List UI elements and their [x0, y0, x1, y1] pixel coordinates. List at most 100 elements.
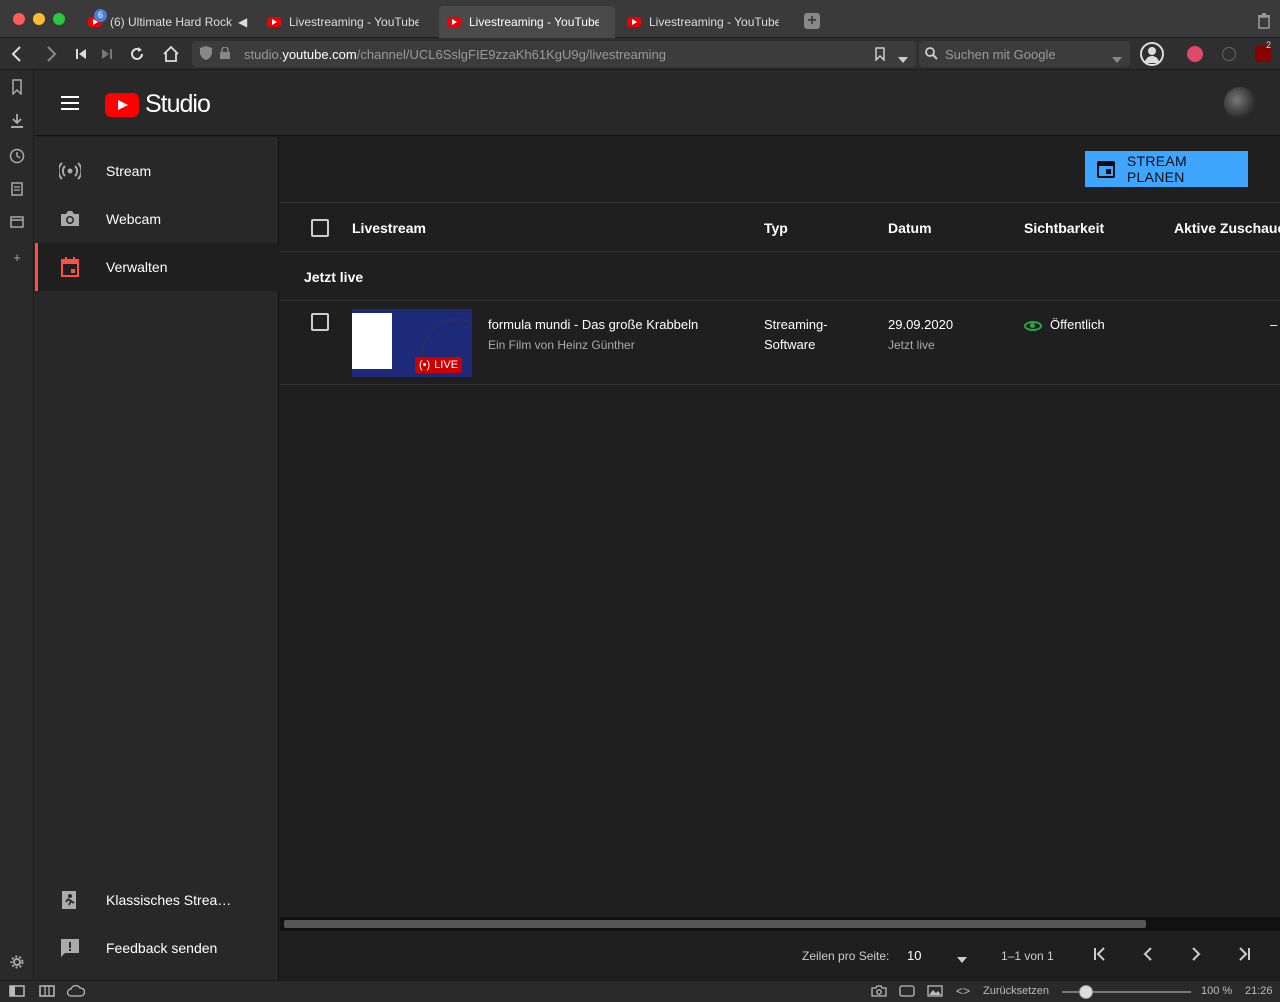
- tab-livestreaming-3[interactable]: Livestreaming - YouTube St: [619, 6, 795, 38]
- back-icon[interactable]: [7, 44, 27, 64]
- maximize-window-button[interactable]: [53, 13, 65, 25]
- plan-stream-button[interactable]: STREAM PLANEN: [1085, 151, 1248, 187]
- chevron-down-icon[interactable]: [1112, 51, 1122, 66]
- column-date[interactable]: Datum: [888, 220, 932, 236]
- previous-page-icon[interactable]: [1140, 946, 1156, 965]
- bookmarks-icon[interactable]: [9, 79, 25, 96]
- trash-icon[interactable]: [1257, 13, 1271, 29]
- tab-livestreaming-1[interactable]: Livestreaming - YouTube St: [259, 6, 435, 38]
- new-tab-button[interactable]: +: [804, 13, 820, 29]
- tab-ultimate-hard-rock[interactable]: 6 (6) Ultimate Hard Rock ◀: [80, 6, 256, 38]
- bookmark-icon[interactable]: [875, 47, 885, 64]
- camera-icon: [59, 208, 81, 230]
- rows-per-page-select[interactable]: 10: [907, 948, 921, 963]
- sidebar-item-feedback[interactable]: Feedback senden: [35, 924, 279, 972]
- pagination: Zeilen pro Seite: 10 1–1 von 1: [280, 932, 1280, 980]
- column-viewers[interactable]: Aktive Zuschaue: [1174, 220, 1280, 236]
- chevron-down-icon[interactable]: [957, 952, 967, 966]
- youtube-studio: Studio Stream Webcam Verwalten Klassisch…: [35, 70, 1280, 980]
- fast-forward-icon[interactable]: [97, 44, 117, 64]
- page-actions-icon[interactable]: <>: [956, 984, 970, 998]
- downloads-icon[interactable]: [9, 113, 25, 129]
- tab-livestreaming-active[interactable]: Livestreaming - YouTube St: [439, 6, 615, 38]
- stream-date: 29.09.2020 Jetzt live: [888, 315, 953, 355]
- first-page-icon[interactable]: [1092, 946, 1108, 965]
- search-field[interactable]: Suchen mit Google: [919, 41, 1130, 67]
- reset-zoom-button[interactable]: Zurücksetzen: [983, 985, 1049, 997]
- image-toggle-icon[interactable]: [927, 985, 943, 1000]
- extension-badge: 2: [1266, 40, 1272, 50]
- extension-icon[interactable]: [1187, 46, 1203, 62]
- sidebar-item-label: Webcam: [106, 211, 161, 227]
- close-window-button[interactable]: [13, 13, 25, 25]
- tile-tabs-icon[interactable]: [39, 985, 55, 1000]
- forward-icon[interactable]: [41, 44, 61, 64]
- last-page-icon[interactable]: [1236, 946, 1252, 965]
- stream-viewers: –: [1270, 317, 1278, 332]
- live-label: LIVE: [434, 359, 459, 371]
- menu-icon[interactable]: [61, 96, 79, 110]
- home-icon[interactable]: [161, 44, 181, 64]
- chevron-down-icon[interactable]: [898, 51, 908, 66]
- page-range: 1–1 von 1: [1001, 949, 1054, 963]
- tab-title: (6) Ultimate Hard Rock: [110, 15, 232, 29]
- manage-content: STREAM PLANEN Livestream Typ Datum Sicht…: [280, 137, 1280, 980]
- sidebar-item-stream[interactable]: Stream: [35, 147, 279, 195]
- column-livestream[interactable]: Livestream: [352, 220, 426, 236]
- table-row[interactable]: (•) LIVE formula mundi - Das große Krabb…: [280, 301, 1280, 385]
- studio-sidebar: Stream Webcam Verwalten Klassisches Stre…: [35, 137, 279, 980]
- url-text: studio.youtube.com/channel/UCL6SslgFIE9z…: [244, 46, 667, 62]
- zoom-slider-handle[interactable]: [1079, 985, 1093, 999]
- row-checkbox[interactable]: [311, 313, 329, 331]
- reload-icon[interactable]: [127, 44, 147, 64]
- youtube-favicon-icon: [267, 17, 281, 27]
- visibility-label: Öffentlich: [1050, 317, 1105, 332]
- minimize-window-button[interactable]: [33, 13, 45, 25]
- table-header: Livestream Typ Datum Sichtbarkeit Aktive…: [280, 204, 1280, 252]
- sidebar-item-label: Feedback senden: [106, 940, 218, 956]
- scrollbar-thumb[interactable]: [284, 920, 1146, 928]
- stream-title[interactable]: formula mundi - Das große Krabbeln: [488, 315, 698, 335]
- section-live-now: Jetzt live: [280, 253, 1280, 301]
- profile-icon[interactable]: [1140, 42, 1164, 66]
- add-panel-icon[interactable]: +: [9, 250, 25, 266]
- content-toolbar: STREAM PLANEN: [280, 137, 1280, 203]
- extension-2-icon[interactable]: [1222, 47, 1236, 61]
- live-broadcast-icon: (•): [419, 359, 431, 371]
- cloud-sync-icon[interactable]: [66, 984, 86, 1000]
- feedback-icon: [59, 937, 81, 959]
- zoom-level: 100 %: [1201, 985, 1233, 997]
- settings-gear-icon[interactable]: [9, 955, 25, 971]
- sidebar-item-classic-stream[interactable]: Klassisches Strea…: [35, 876, 279, 924]
- panel-toggle-icon[interactable]: [9, 985, 25, 1000]
- speaker-icon[interactable]: ◀: [238, 15, 247, 29]
- address-bar[interactable]: studio.youtube.com/channel/UCL6SslgFIE9z…: [192, 41, 916, 67]
- sidebar-item-webcam[interactable]: Webcam: [35, 195, 279, 243]
- window-panel-icon[interactable]: [9, 216, 25, 232]
- shield-icon[interactable]: [200, 45, 214, 63]
- history-icon[interactable]: [9, 148, 25, 164]
- stream-visibility[interactable]: Öffentlich: [1024, 315, 1105, 335]
- sidebar-item-label: Verwalten: [106, 259, 168, 275]
- stream-thumbnail[interactable]: (•) LIVE: [352, 309, 472, 377]
- page-tiling-icon[interactable]: [899, 985, 915, 1000]
- sidebar-item-verwalten[interactable]: Verwalten: [35, 243, 279, 291]
- select-all-checkbox[interactable]: [311, 219, 329, 237]
- next-page-icon[interactable]: [1188, 946, 1204, 965]
- camera-capture-icon[interactable]: [871, 985, 887, 1000]
- avatar[interactable]: [1224, 87, 1256, 119]
- browser-window: 6 (6) Ultimate Hard Rock ◀ Livestreaming…: [0, 0, 1280, 1002]
- tab-title: Livestreaming - YouTube St: [469, 15, 599, 29]
- rewind-icon[interactable]: [71, 44, 91, 64]
- rows-per-page-label: Zeilen pro Seite:: [802, 949, 890, 963]
- tab-bar: 6 (6) Ultimate Hard Rock ◀ Livestreaming…: [0, 0, 1280, 38]
- horizontal-scrollbar[interactable]: [280, 917, 1280, 931]
- lock-icon[interactable]: [220, 45, 232, 62]
- studio-header: Studio: [35, 70, 1280, 136]
- notes-icon[interactable]: [9, 182, 25, 198]
- tab-title: Livestreaming - YouTube St: [289, 15, 419, 29]
- column-visibility[interactable]: Sichtbarkeit: [1024, 220, 1104, 236]
- studio-logo[interactable]: Studio: [105, 90, 211, 119]
- column-type[interactable]: Typ: [764, 220, 788, 236]
- tab-title: Livestreaming - YouTube St: [649, 15, 779, 29]
